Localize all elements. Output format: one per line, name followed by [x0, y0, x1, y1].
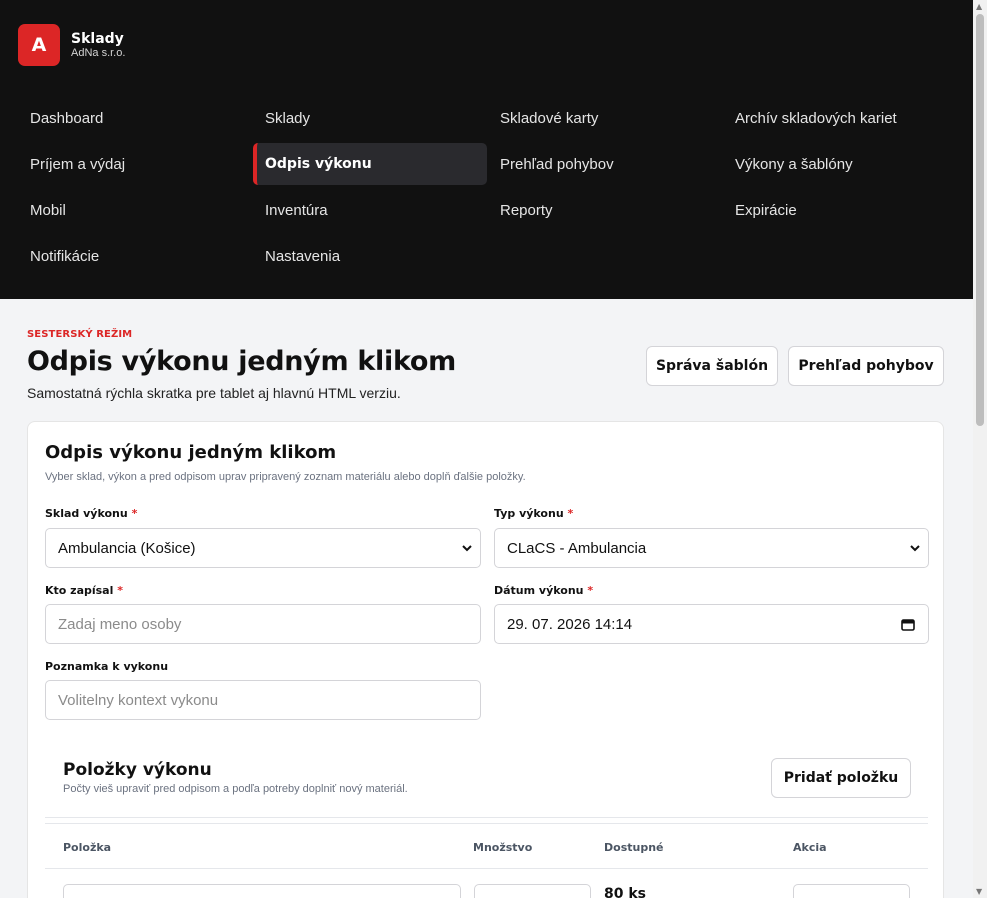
nav-item-dashboard[interactable]: Dashboard: [18, 97, 252, 139]
nav-item-vykony-a-sablony[interactable]: Výkony a šablóny: [723, 143, 957, 185]
nav-item-prijem-a-vydaj[interactable]: Príjem a výdaj: [18, 143, 252, 185]
date-input[interactable]: 29. 07. 2026 14:14: [494, 604, 929, 644]
table-header-border: [45, 823, 928, 824]
scroll-up-arrow-icon[interactable]: ▲: [976, 2, 982, 11]
note-input[interactable]: Volitelny kontext vykonu: [45, 680, 481, 720]
top-navigation: A Sklady AdNa s.r.o. Dashboard Sklady Sk…: [0, 0, 973, 299]
row-action-button[interactable]: [793, 884, 910, 898]
main-nav: Dashboard Sklady Skladové karty Archív s…: [18, 95, 958, 279]
chevron-down-icon: [462, 545, 472, 552]
vertical-scrollbar[interactable]: ▲ ▼: [973, 0, 987, 898]
manage-templates-button[interactable]: Správa šablón: [646, 346, 778, 386]
nav-item-archiv-skladovych-kariet[interactable]: Archív skladových kariet: [723, 97, 957, 139]
warehouse-select[interactable]: Ambulancia (Košice): [45, 528, 481, 568]
note-label: Poznamka k vykonu: [45, 660, 169, 673]
nav-item-nastavenia[interactable]: Nastavenia: [253, 235, 487, 277]
note-input-placeholder: Volitelny kontext vykonu: [58, 691, 219, 709]
nav-item-notifikacie[interactable]: Notifikácie: [18, 235, 252, 277]
nav-item-prehlad-pohybov[interactable]: Prehľad pohybov: [488, 143, 722, 185]
column-header-available: Dostupné: [604, 841, 664, 854]
page-title: Odpis výkonu jedným klikom: [27, 346, 456, 377]
warehouse-select-value: Ambulancia (Košice): [58, 539, 196, 557]
write-off-card: Odpis výkonu jedným klikom Vyber sklad, …: [27, 421, 944, 898]
item-select[interactable]: [63, 884, 461, 898]
available-quantity: 80 ks: [604, 886, 646, 898]
chevron-down-icon: [910, 545, 920, 552]
brand-title: Sklady: [71, 30, 124, 47]
scroll-down-arrow-icon[interactable]: ▼: [976, 887, 982, 896]
brand[interactable]: A Sklady AdNa s.r.o.: [18, 24, 125, 66]
items-subtitle: Počty vieš upraviť pred odpisom a podľa …: [63, 783, 408, 795]
card-subtitle: Vyber sklad, výkon a pred odpisom uprav …: [45, 471, 526, 483]
nav-item-odpis-vykonu[interactable]: Odpis výkonu: [253, 143, 487, 185]
movements-overview-button[interactable]: Prehľad pohybov: [788, 346, 944, 386]
column-header-action: Akcia: [793, 841, 827, 854]
author-input-placeholder: Zadaj meno osoby: [58, 615, 182, 633]
nav-item-reporty[interactable]: Reporty: [488, 189, 722, 231]
nav-item-mobil[interactable]: Mobil: [18, 189, 252, 231]
items-title: Položky výkonu: [63, 760, 212, 780]
nav-item-skladove-karty[interactable]: Skladové karty: [488, 97, 722, 139]
brand-subtitle: AdNa s.r.o.: [71, 46, 126, 59]
author-label: Kto zapísal *: [45, 584, 123, 597]
warehouse-label: Sklad výkonu *: [45, 507, 138, 520]
author-input[interactable]: Zadaj meno osoby: [45, 604, 481, 644]
calendar-icon[interactable]: [901, 618, 915, 631]
date-label: Dátum výkonu *: [494, 584, 594, 597]
card-title: Odpis výkonu jedným klikom: [45, 442, 337, 463]
nav-item-expiracie[interactable]: Expirácie: [723, 189, 957, 231]
table-top-border: [45, 817, 928, 818]
scrollbar-thumb[interactable]: [976, 14, 984, 426]
page-subtitle: Samostatná rýchla skratka pre tablet aj …: [27, 385, 401, 401]
nav-item-sklady[interactable]: Sklady: [253, 97, 487, 139]
add-item-button[interactable]: Pridať položku: [771, 758, 911, 798]
table-row-border: [45, 868, 928, 869]
nav-item-inventura[interactable]: Inventúra: [253, 189, 487, 231]
type-select[interactable]: CLaCS - Ambulancia: [494, 528, 929, 568]
type-label: Typ výkonu *: [494, 507, 574, 520]
column-header-quantity: Množstvo: [473, 841, 533, 854]
brand-logo: A: [18, 24, 60, 66]
mode-label: SESTERSKÝ REŽIM: [27, 329, 133, 340]
column-header-item: Položka: [63, 841, 112, 854]
date-input-value: 29. 07. 2026 14:14: [507, 615, 633, 633]
quantity-input[interactable]: [474, 884, 591, 898]
type-select-value: CLaCS - Ambulancia: [507, 539, 647, 557]
